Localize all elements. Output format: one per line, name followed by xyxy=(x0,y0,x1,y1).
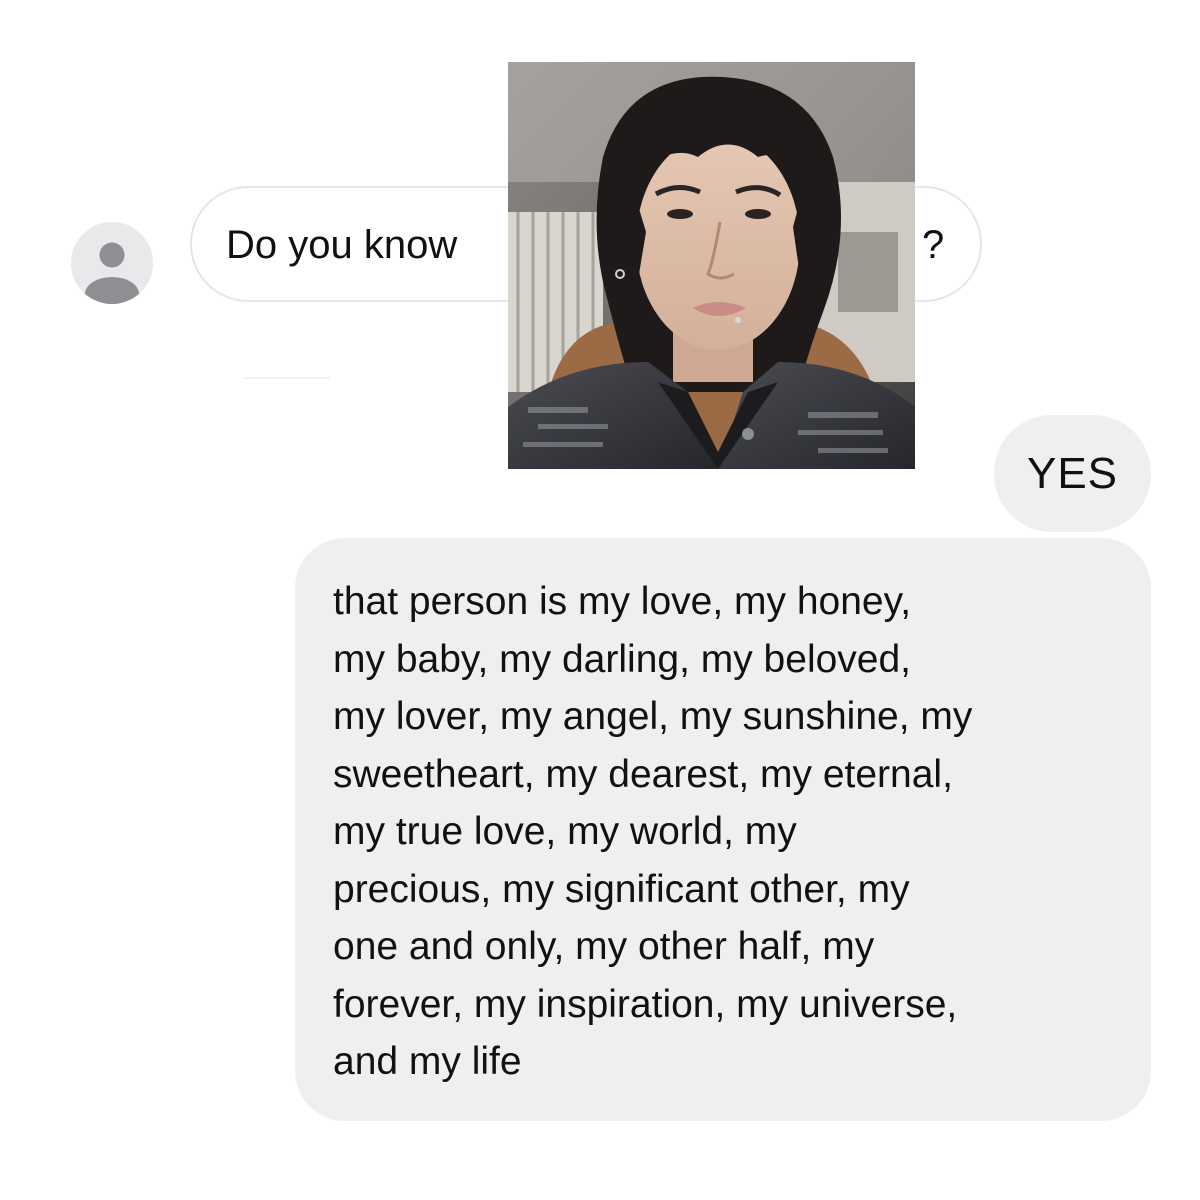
message-line: one and only, my other half, my xyxy=(333,925,875,968)
outgoing-message-bubble-yes[interactable]: YES xyxy=(994,415,1151,532)
outgoing-message-text-yes: YES xyxy=(1026,449,1119,498)
outgoing-message-bubble-long[interactable]: that person is my love, my honey, my bab… xyxy=(295,538,1151,1121)
message-line: forever, my inspiration, my universe, xyxy=(333,982,958,1026)
overlay-photo xyxy=(508,62,915,469)
message-line: my true love, my world, my xyxy=(333,810,797,853)
incoming-message-text: Do you know xyxy=(226,223,458,267)
message-line: my lover, my angel, my sunshine, my xyxy=(333,695,973,738)
divider xyxy=(245,377,330,379)
message-line: precious, my significant other, my xyxy=(333,867,910,911)
message-line: my baby, my darling, my beloved, xyxy=(333,637,912,681)
message-line: and my life xyxy=(333,1040,522,1083)
incoming-message-question-mark: ? xyxy=(922,223,945,267)
message-line: that person is my love, my honey, xyxy=(333,580,912,623)
default-user-icon xyxy=(71,222,153,304)
selfie-photo xyxy=(508,62,915,469)
message-line: sweetheart, my dearest, my eternal, xyxy=(333,752,953,796)
sender-avatar[interactable] xyxy=(71,222,153,304)
outgoing-message-text-long: that person is my love, my honey, my bab… xyxy=(333,573,1123,1091)
